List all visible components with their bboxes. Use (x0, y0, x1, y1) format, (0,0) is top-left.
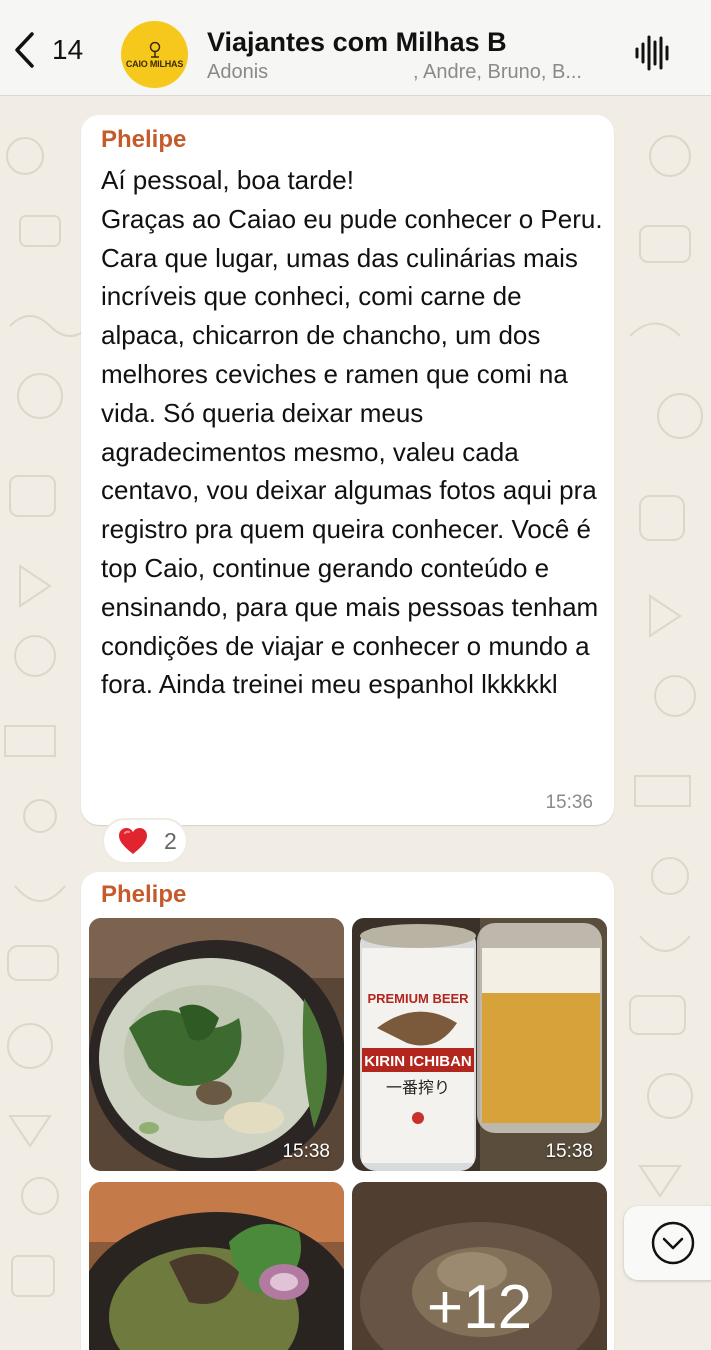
group-avatar[interactable]: CAIO MILHAS (121, 21, 188, 88)
svg-text:PREMIUM BEER: PREMIUM BEER (367, 991, 469, 1006)
photo-time: 15:38 (282, 1141, 330, 1162)
logo-pin-icon (149, 41, 160, 58)
svg-text:一番搾り: 一番搾り (386, 1078, 450, 1097)
photo-time: 15:38 (545, 1141, 593, 1162)
message-bubble[interactable]: Phelipe Aí pessoal, boa tarde! Graças ao… (81, 115, 614, 825)
reaction-badge[interactable]: 2 (102, 818, 188, 864)
more-photos-tile[interactable]: +12 (352, 1182, 607, 1350)
reaction-count: 2 (164, 827, 177, 854)
chevron-down-circle-icon (651, 1221, 695, 1265)
more-photos-count: +12 (352, 1182, 607, 1350)
message-text: Aí pessoal, boa tarde! Graças ao Caiao e… (101, 165, 603, 700)
unread-count: 14 (52, 34, 84, 65)
dish-photo[interactable] (89, 1182, 344, 1350)
message-sender[interactable]: Phelipe (101, 126, 186, 154)
beer-photo[interactable]: PREMIUM BEER KIRIN ICHIBAN 一番搾り 15:38 (352, 918, 607, 1171)
avatar-logo-text: CAIO MILHAS (125, 59, 184, 69)
audio-call-icon[interactable] (634, 34, 672, 72)
beer-image: PREMIUM BEER KIRIN ICHIBAN 一番搾り (352, 918, 607, 1171)
svg-text:KIRIN ICHIBAN: KIRIN ICHIBAN (364, 1053, 472, 1070)
chat-title[interactable]: Viajantes com Milhas B (207, 27, 507, 58)
message-time: 15:36 (545, 792, 593, 813)
dish-image (89, 1182, 344, 1350)
member-rest: , Andre, Bruno, B... (413, 61, 582, 83)
member-first: Adonis (207, 61, 269, 83)
heart-icon (119, 828, 147, 854)
message-sender[interactable]: Phelipe (101, 881, 186, 909)
scroll-to-bottom-button[interactable] (624, 1206, 711, 1280)
chat-header: 14 CAIO MILHAS Viajantes com Milhas B Ad… (0, 0, 711, 96)
soup-image (89, 918, 344, 1171)
media-album-bubble: Phelipe 15:38 PREMIUM BEER KIRIN ICHIBAN… (81, 872, 614, 1350)
back-button[interactable]: 14 (12, 28, 102, 72)
soup-photo[interactable]: 15:38 (89, 918, 344, 1171)
chevron-left-icon (15, 32, 34, 68)
